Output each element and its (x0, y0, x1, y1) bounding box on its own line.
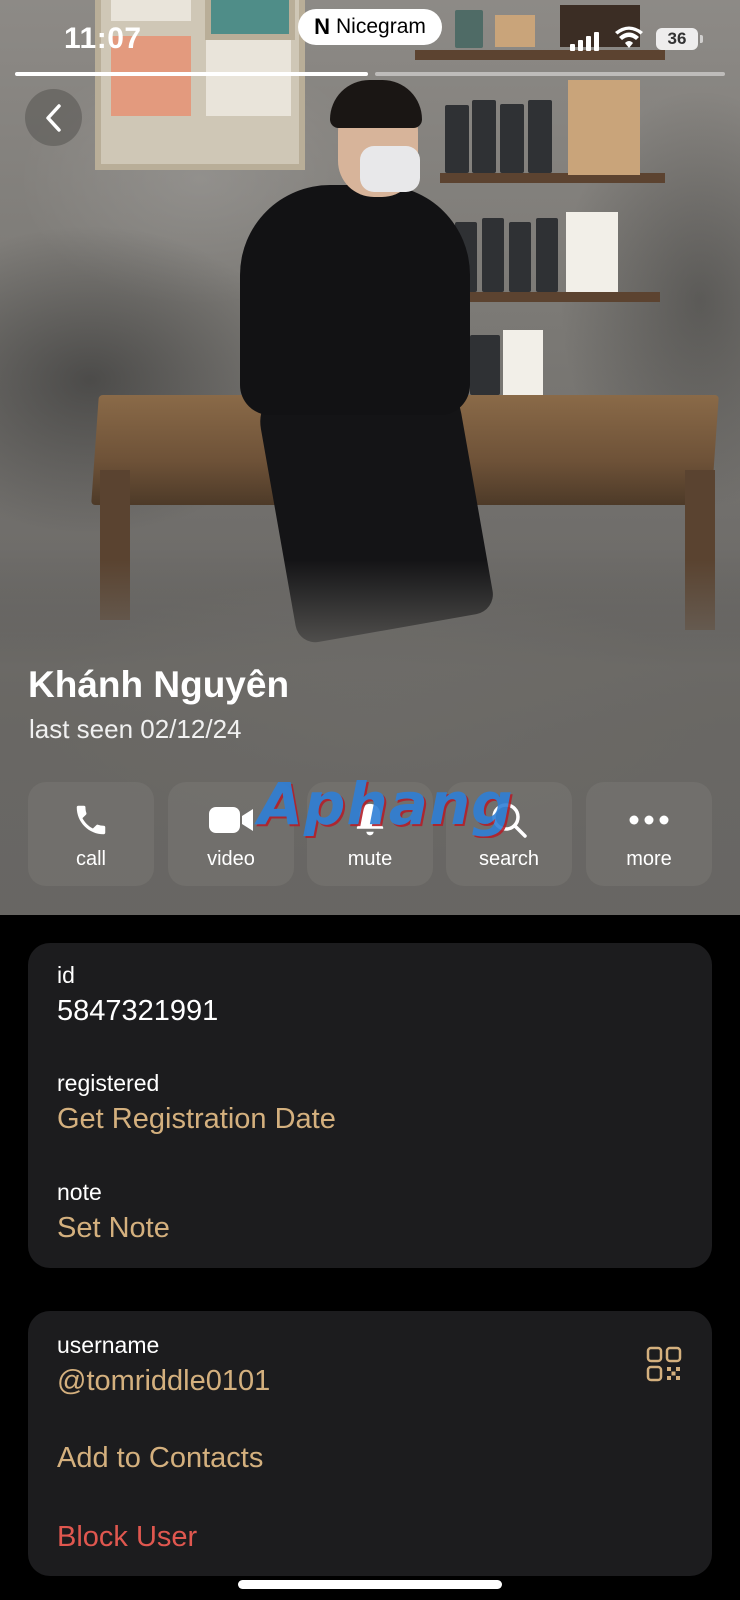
status-time: 11:07 (64, 22, 142, 55)
get-registration-date-button[interactable]: Get Registration Date (57, 1103, 336, 1136)
more-label: more (626, 848, 672, 870)
id-label: id (57, 962, 75, 988)
id-value[interactable]: 5847321991 (57, 995, 218, 1028)
phone-icon (76, 805, 106, 835)
more-dots-icon (629, 815, 669, 825)
call-button[interactable]: call (28, 782, 154, 886)
username-label: username (57, 1332, 160, 1358)
set-note-button[interactable]: Set Note (57, 1212, 170, 1245)
home-indicator[interactable] (238, 1580, 502, 1589)
watermark-logo: Aphang (258, 770, 514, 838)
profile-name: Khánh Nguyên (28, 664, 290, 705)
username-link[interactable]: @tomriddle0101 (57, 1365, 270, 1398)
video-label: video (207, 848, 255, 870)
video-camera-icon (209, 807, 253, 833)
qr-code-icon[interactable] (646, 1346, 682, 1382)
mute-label: mute (347, 848, 393, 870)
island-label: Nicegram (336, 15, 426, 38)
battery-icon: 36 (656, 28, 703, 50)
block-user-button[interactable]: Block User (57, 1521, 197, 1554)
search-label: search (478, 848, 540, 870)
wifi-icon (615, 26, 643, 48)
more-button[interactable]: more (586, 782, 712, 886)
back-button[interactable] (25, 89, 82, 146)
last-seen-status: last seen 02/12/24 (29, 714, 242, 744)
nicegram-logo-icon: N (314, 14, 331, 39)
status-bar: 11:07 N Nicegram 36 (0, 0, 740, 80)
note-label: note (57, 1179, 102, 1205)
shelf (460, 292, 660, 302)
registered-label: registered (57, 1070, 160, 1096)
chevron-left-icon (45, 103, 61, 132)
photo-progress-active (15, 72, 368, 76)
call-label: call (75, 848, 106, 870)
photo-progress-inactive (375, 72, 725, 76)
dynamic-island: N Nicegram (298, 9, 442, 45)
signal-icon (570, 32, 599, 51)
add-to-contacts-button[interactable]: Add to Contacts (57, 1442, 263, 1475)
